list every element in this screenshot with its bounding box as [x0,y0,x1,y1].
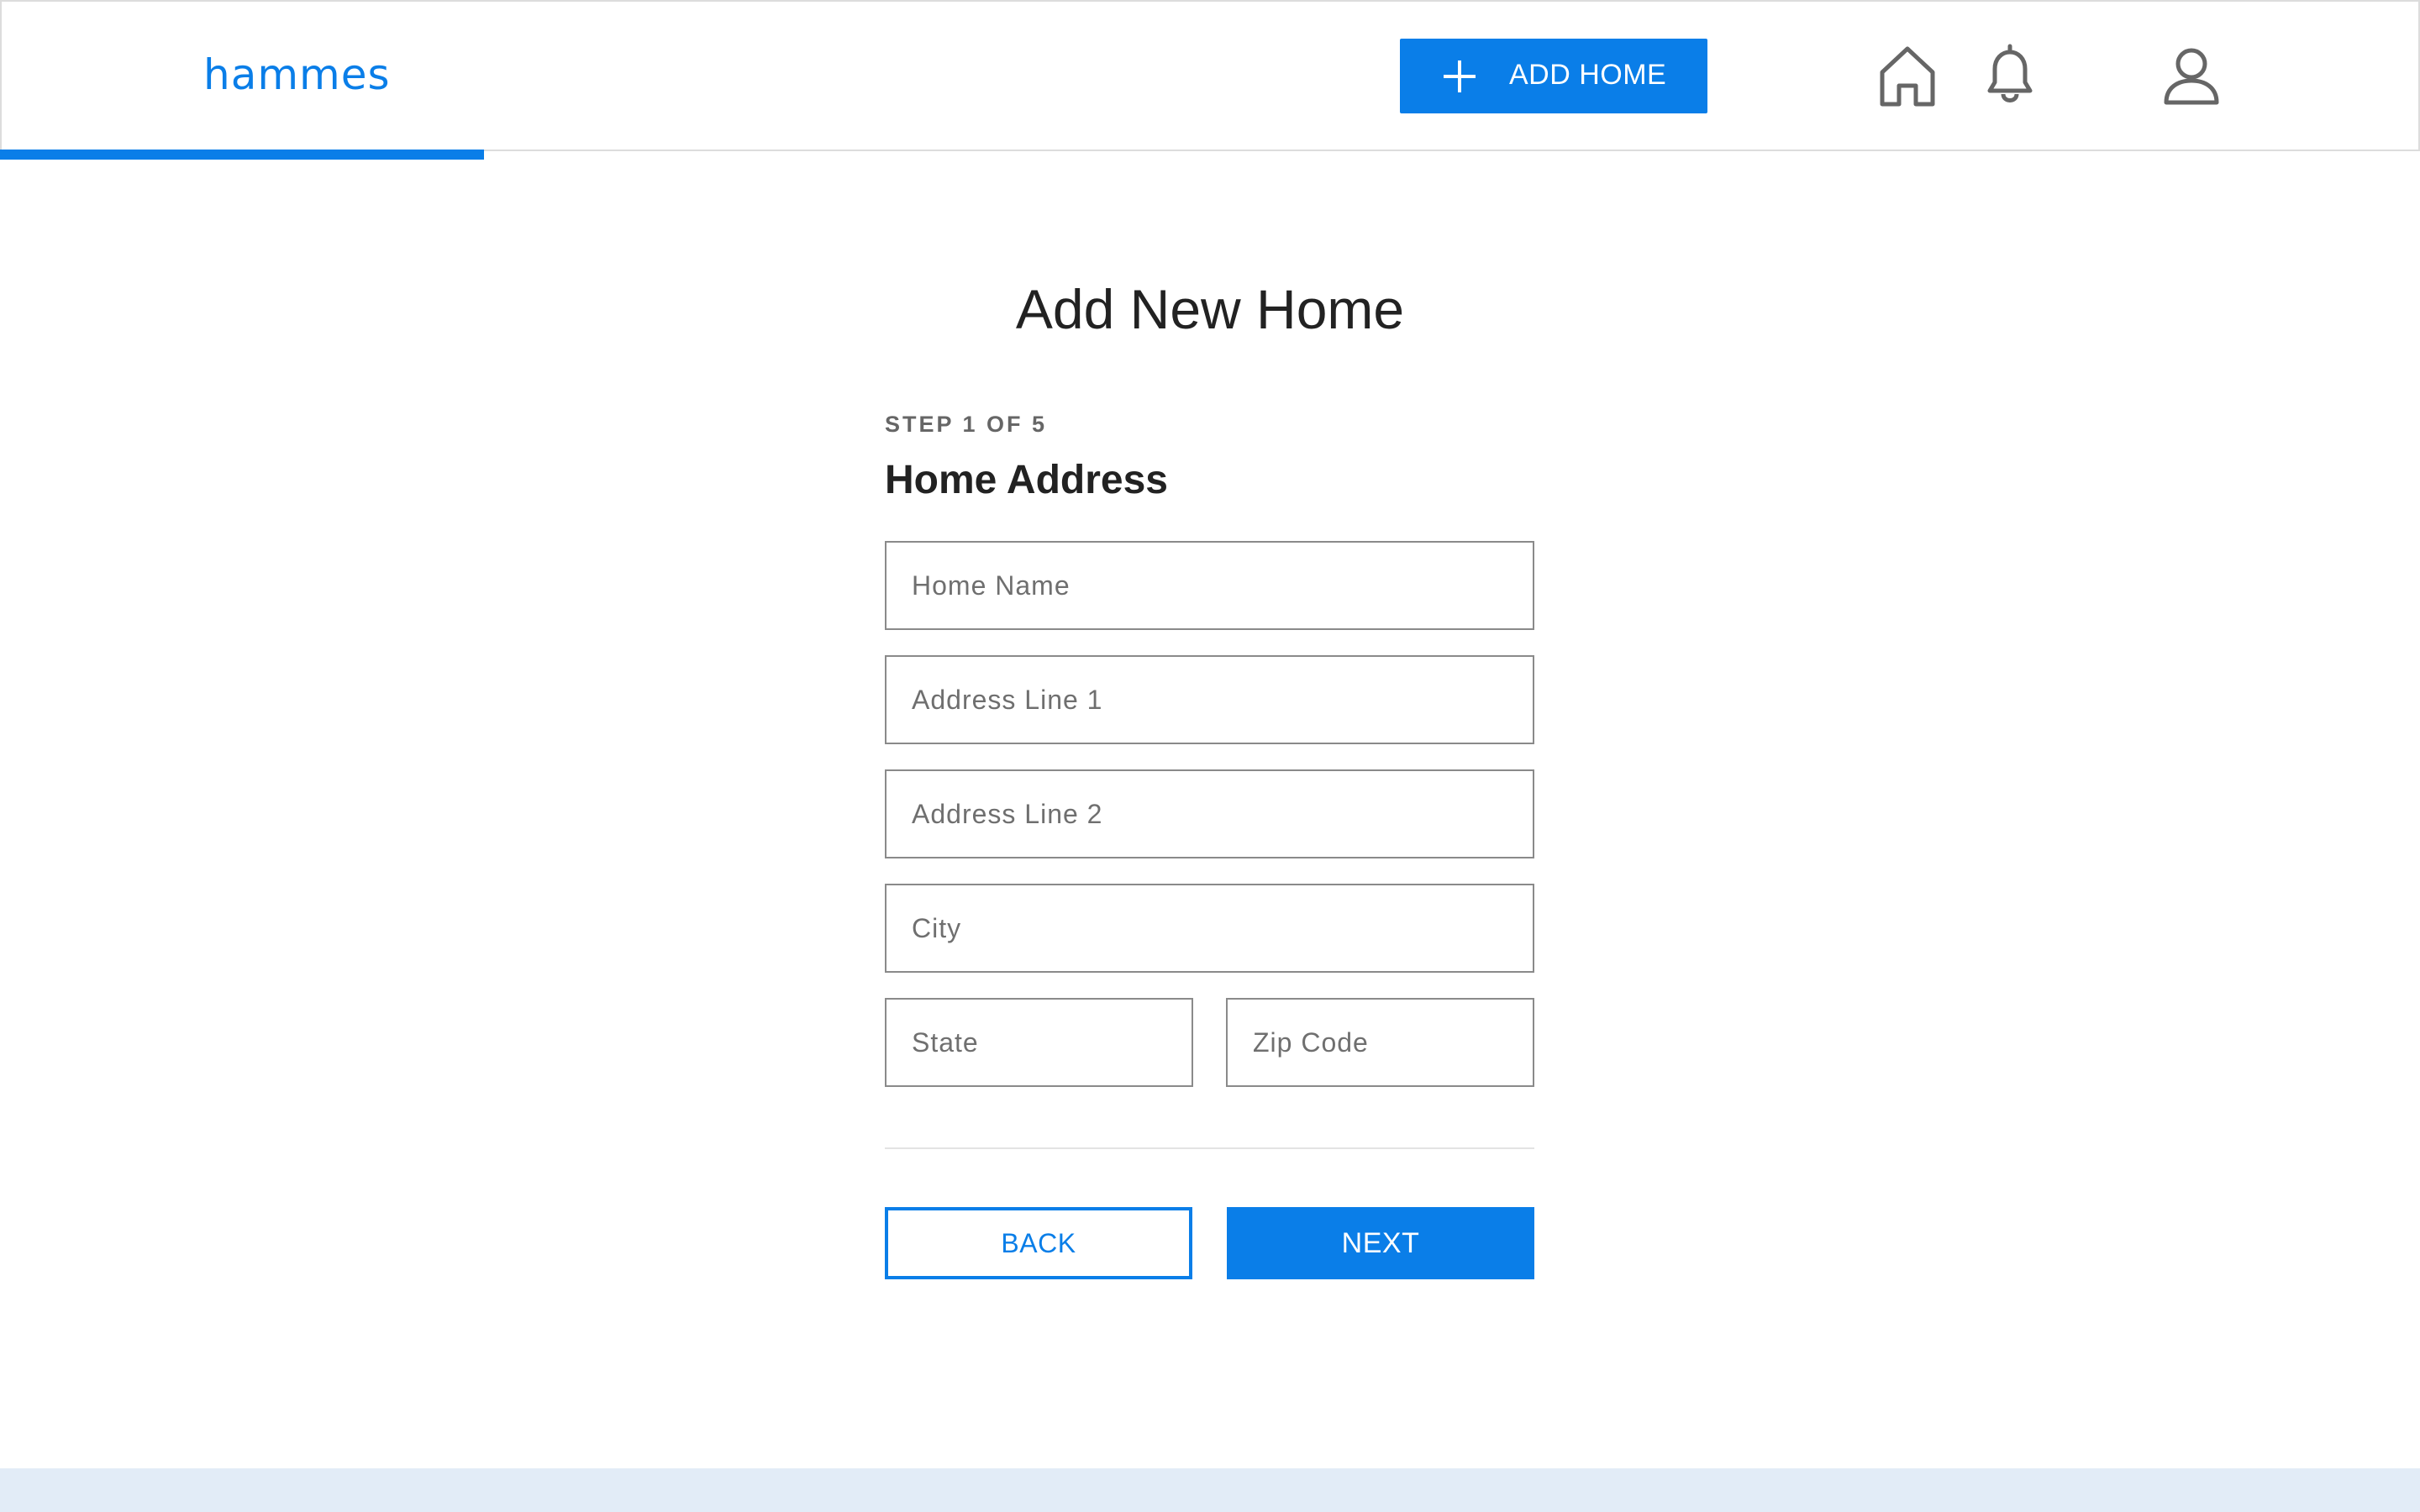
top-header: hammes ADD HOME [0,0,2420,151]
home-name-input[interactable] [885,541,1534,630]
plus-icon [1444,60,1476,92]
divider [885,1147,1534,1149]
zip-code-input[interactable] [1226,998,1534,1087]
brand-logo[interactable]: hammes [203,50,391,99]
progress-bar [0,150,2420,160]
user-icon[interactable] [2161,44,2222,108]
progress-fill [0,150,484,160]
footer-band [0,1468,2420,1512]
page-title: Add New Home [1015,278,1405,340]
next-button[interactable]: NEXT [1227,1207,1534,1279]
step-indicator: STEP 1 OF 5 [885,412,1048,437]
state-input[interactable] [885,998,1193,1087]
bell-icon[interactable] [1980,44,2040,108]
section-title: Home Address [885,458,1168,502]
home-icon[interactable] [1877,44,1938,108]
add-home-label: ADD HOME [1509,59,1667,91]
back-button[interactable]: BACK [885,1207,1192,1279]
city-input[interactable] [885,884,1534,973]
address-line-1-input[interactable] [885,655,1534,744]
address-line-2-input[interactable] [885,769,1534,858]
add-home-button[interactable]: ADD HOME [1400,39,1707,113]
